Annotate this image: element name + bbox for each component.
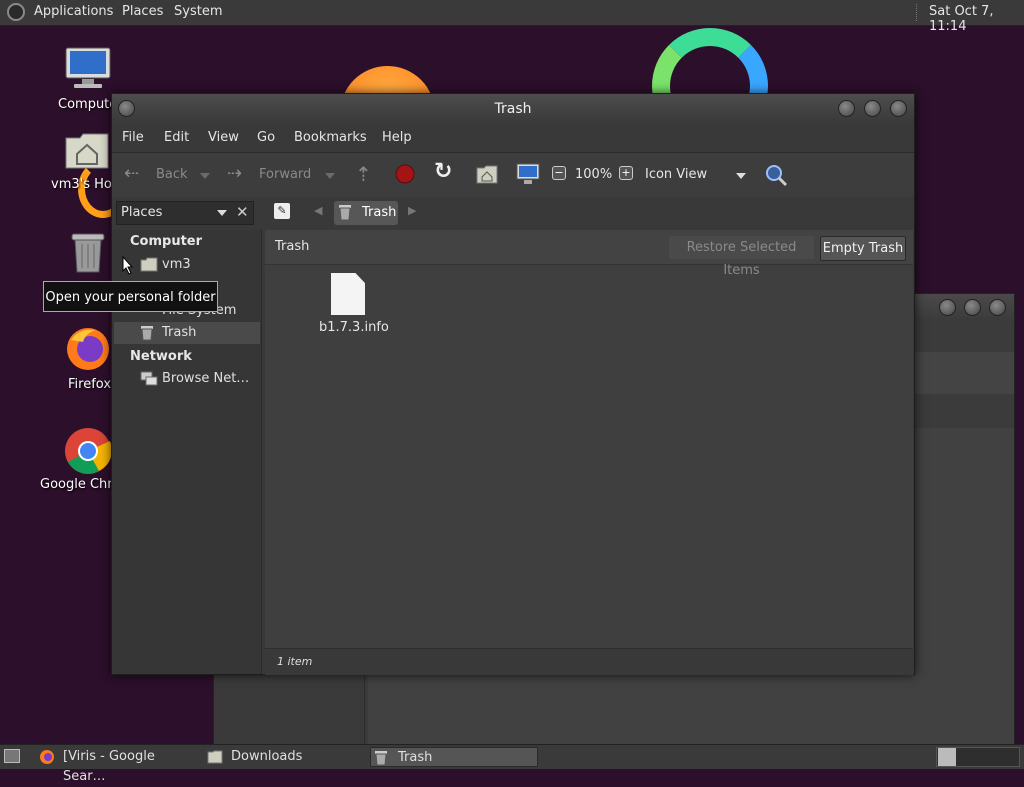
taskbar-item-label: [Viris - Google Sear… — [63, 749, 155, 784]
document-icon — [331, 273, 365, 315]
window-title: Trash — [494, 101, 532, 117]
taskbar-item-label: Downloads — [231, 749, 303, 764]
path-right-arrow-icon[interactable]: ▶ — [408, 204, 416, 217]
toggle-location-entry-icon[interactable]: ✎ — [274, 203, 290, 219]
location-label: Trash — [275, 239, 310, 254]
panel-clock[interactable]: Sat Oct 7, 11:14 — [929, 4, 1024, 34]
zoom-in-icon[interactable]: + — [619, 166, 633, 180]
search-icon[interactable] — [764, 163, 788, 187]
forward-history-dropdown[interactable] — [325, 173, 335, 179]
mouse-cursor-icon — [122, 256, 134, 275]
file-name: b1.7.3.info — [319, 320, 389, 335]
menu-file[interactable]: File — [122, 130, 144, 145]
side-pane-dropdown-arrow — [217, 210, 227, 216]
side-pane-selector[interactable]: Places — [116, 201, 254, 225]
sidebar-item-label: vm3 — [162, 257, 191, 272]
close-button[interactable] — [989, 299, 1006, 316]
tooltip: Open your personal folder — [43, 281, 218, 312]
workspace-1[interactable] — [938, 748, 956, 766]
chrome-icon — [65, 428, 112, 474]
sidebar-item-label: Trash — [162, 325, 197, 340]
back-arrow-icon[interactable]: ⇠ — [124, 163, 139, 184]
desktop-icon-label: Firefox — [68, 377, 112, 392]
path-left-arrow-icon[interactable]: ◀ — [314, 204, 322, 217]
panel-menu-applications[interactable]: Applications — [34, 4, 113, 19]
menu-edit[interactable]: Edit — [164, 130, 189, 145]
empty-trash-button[interactable]: Empty Trash — [820, 236, 906, 261]
sidebar-header-computer: Computer — [130, 234, 203, 249]
minimize-button[interactable] — [838, 100, 855, 117]
file-manager-window[interactable]: Trash File Edit View Go Bookmarks Help ⇠… — [111, 93, 915, 675]
zoom-level: 100% — [575, 167, 613, 182]
panel-menu-system[interactable]: System — [174, 4, 222, 19]
show-desktop-icon[interactable] — [4, 749, 20, 763]
firefox-icon — [40, 750, 54, 764]
file-item[interactable]: b1.7.3.info — [309, 270, 389, 340]
reload-icon[interactable]: ↻ — [434, 159, 452, 184]
back-button[interactable]: Back — [156, 167, 188, 182]
menu-view[interactable]: View — [208, 130, 239, 145]
view-mode-dropdown-arrow[interactable] — [736, 173, 746, 179]
distro-logo-icon[interactable] — [7, 3, 25, 21]
trash-icon — [141, 326, 153, 341]
status-bar: 1 item — [265, 648, 913, 675]
forward-button[interactable]: Forward — [259, 167, 311, 182]
network-icon — [140, 371, 158, 386]
menu-bookmarks[interactable]: Bookmarks — [294, 130, 367, 145]
home-icon[interactable] — [476, 164, 498, 184]
trash-icon — [339, 205, 351, 221]
taskbar-item-firefox[interactable]: [Viris - Google Sear… — [36, 747, 198, 784]
home-folder-icon — [140, 257, 158, 272]
menu-help[interactable]: Help — [382, 130, 412, 145]
taskbar: [Viris - Google Sear… Downloads Trash — [0, 744, 1024, 784]
restore-selected-button[interactable]: Restore Selected Items — [669, 236, 814, 278]
firefox-icon — [67, 328, 109, 370]
trash-icon — [375, 751, 387, 766]
computer-icon[interactable] — [516, 163, 540, 185]
content-pane[interactable]: Trash Restore Selected Items Empty Trash… — [265, 230, 913, 675]
trash-info-bar: Trash Restore Selected Items Empty Trash — [265, 230, 913, 278]
up-arrow-icon[interactable]: ⇡ — [355, 162, 372, 186]
zoom-out-icon[interactable]: − — [552, 166, 566, 180]
menu-go[interactable]: Go — [257, 130, 275, 145]
monitor-icon — [65, 47, 111, 88]
view-mode-select[interactable]: Icon View — [645, 167, 707, 182]
sidebar-header-network: Network — [130, 349, 192, 364]
sidebar-item-trash[interactable]: Trash — [114, 322, 260, 344]
item-count: 1 item — [277, 655, 313, 668]
folder-icon — [207, 750, 223, 764]
window-titlebar[interactable]: Trash — [112, 94, 914, 124]
path-button-trash[interactable]: Trash — [334, 201, 398, 225]
side-pane-label: Places — [121, 205, 163, 220]
trash-icon — [71, 233, 105, 273]
location-bar: Places ✕ ✎ ◀ Trash ▶ — [112, 197, 914, 229]
toolbar: ⇠ Back ⇢ Forward ⇡ ↻ − 100% + Icon View — [112, 152, 914, 198]
taskbar-item-trash[interactable]: Trash — [370, 747, 538, 767]
sidebar-item-vm3[interactable]: vm3 — [114, 254, 260, 276]
close-side-pane-icon[interactable]: ✕ — [236, 203, 249, 221]
stop-icon[interactable] — [395, 164, 415, 184]
close-button[interactable] — [890, 100, 907, 117]
forward-arrow-icon[interactable]: ⇢ — [227, 163, 242, 184]
back-history-dropdown[interactable] — [200, 173, 210, 179]
home-folder-icon — [65, 133, 109, 169]
minimize-button[interactable] — [939, 299, 956, 316]
sidebar-item-browse-network[interactable]: Browse Net… — [114, 368, 260, 390]
taskbar-item-downloads[interactable]: Downloads — [204, 747, 366, 767]
path-button-label: Trash — [362, 205, 397, 220]
sidebar-item-label: Browse Net… — [162, 371, 250, 386]
menu-bar: File Edit View Go Bookmarks Help — [112, 124, 914, 152]
taskbar-item-label: Trash — [398, 750, 433, 765]
top-panel: Applications Places System Sat Oct 7, 11… — [0, 0, 1024, 34]
panel-separator — [916, 4, 919, 21]
maximize-button[interactable] — [864, 100, 881, 117]
maximize-button[interactable] — [964, 299, 981, 316]
panel-menu-places[interactable]: Places — [122, 4, 163, 19]
